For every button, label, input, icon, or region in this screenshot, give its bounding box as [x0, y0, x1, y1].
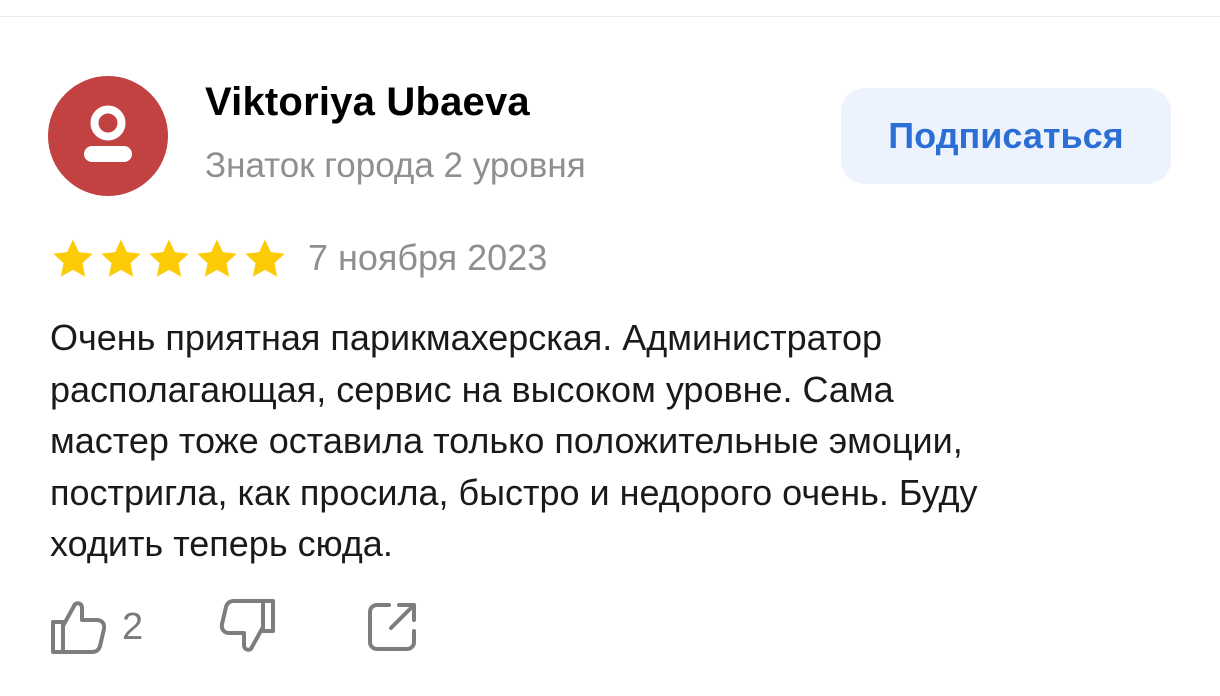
- dislike-button[interactable]: [216, 599, 276, 654]
- review-text-line: постригла, как просила, быстро и недорог…: [50, 471, 978, 513]
- star-icon: [101, 239, 141, 277]
- avatar[interactable]: [48, 76, 168, 196]
- author-name[interactable]: Viktoriya Ubaeva: [205, 80, 530, 125]
- divider: [0, 16, 1220, 17]
- review-text-line: Очень приятная парикмахерская. Администр…: [50, 317, 883, 358]
- star-icon: [197, 239, 237, 277]
- author-level: Знаток города 2 уровня: [205, 146, 586, 185]
- thumbs-up-icon: [51, 601, 106, 654]
- review-text: Очень приятная парикмахерская. Администр…: [50, 312, 1170, 570]
- share-button[interactable]: [367, 600, 419, 654]
- subscribe-button[interactable]: Подписаться: [841, 88, 1171, 184]
- review-text-line: располагающая, сервис на высоком уровне.…: [50, 368, 894, 410]
- star-icon: [53, 239, 93, 277]
- star-icon: [245, 239, 285, 277]
- user-icon: [84, 105, 132, 162]
- review-date: 7 ноября 2023: [308, 237, 548, 278]
- share-icon: [368, 603, 416, 651]
- star-rating: [50, 236, 290, 282]
- like-count: 2: [122, 605, 144, 648]
- thumbs-down-icon: [219, 599, 275, 652]
- star-icon: [149, 239, 189, 277]
- review-text-line: мастер тоже оставила только положительны…: [50, 420, 963, 461]
- review-card: Viktoriya Ubaeva Знаток города 2 уровня …: [0, 0, 1220, 696]
- like-button[interactable]: 2: [50, 600, 143, 654]
- review-text-line: ходить теперь сюда.: [50, 523, 393, 564]
